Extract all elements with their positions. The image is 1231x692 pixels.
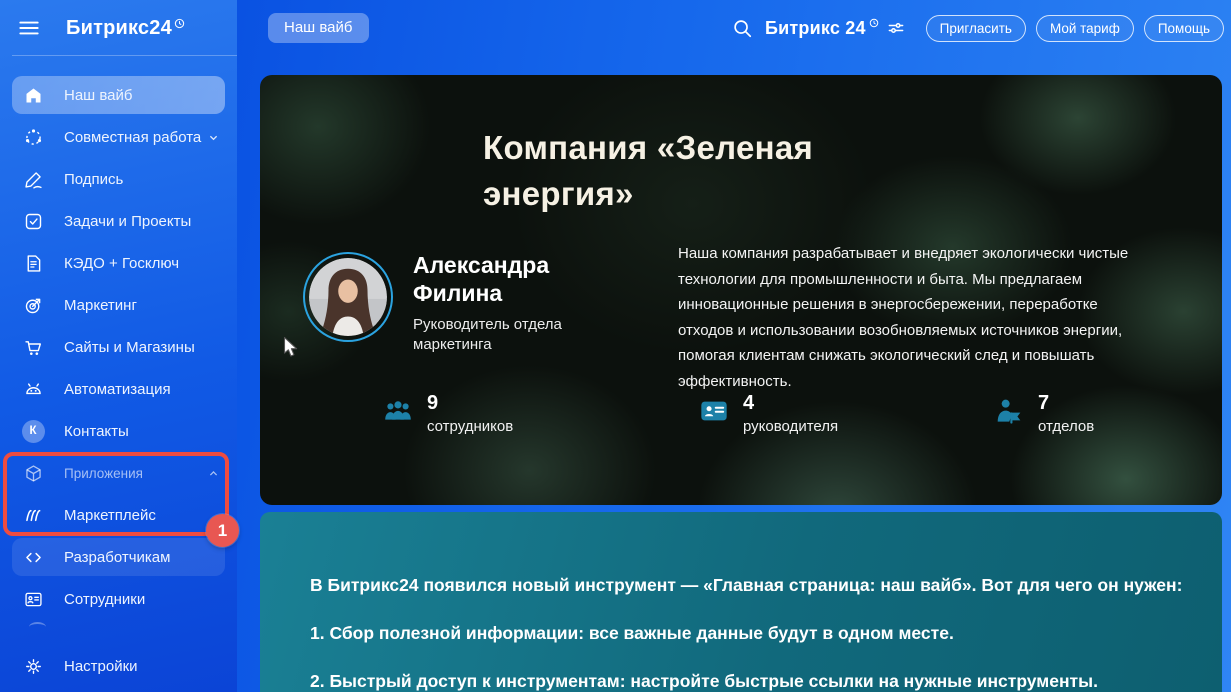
sidebar: Битрикс24 Наш вайб Совместная работа — [0, 0, 237, 692]
company-description: Наша компания разрабатывает и внедряет э… — [678, 241, 1140, 395]
sidebar-item-label: Автоматизация — [64, 381, 171, 398]
main-area: Наш вайб Битрикс 24 Пригласить Мой тариф… — [237, 0, 1231, 692]
sidebar-item-collaboration[interactable]: Совместная работа — [0, 116, 237, 158]
sidebar-item-label: Наш вайб — [64, 87, 133, 104]
banner-point-2: 2. Быстрый доступ к инструментам: настро… — [310, 670, 1186, 692]
sidebar-item-label: Разработчикам — [64, 549, 170, 566]
tab-our-vibe[interactable]: Наш вайб — [268, 13, 369, 43]
sidebar-item-marketplace[interactable]: Маркетплейс — [0, 494, 237, 536]
step-number-badge: 1 — [206, 514, 239, 547]
stat-label: сотрудников — [427, 418, 513, 435]
my-plan-button[interactable]: Мой тариф — [1036, 15, 1134, 42]
bitrix24-brand-title: Битрикс 24 — [765, 18, 866, 39]
contact-letter-avatar-icon: К — [21, 419, 45, 443]
stat-label: руководителя — [743, 418, 838, 435]
sidebar-item-settings[interactable]: Настройки — [0, 646, 237, 686]
faded-partial-icon — [29, 622, 46, 632]
sidebar-item-label: Приложения — [64, 466, 143, 481]
robot-icon — [21, 377, 45, 401]
sidebar-item-label: Подпись — [64, 171, 123, 188]
code-icon — [21, 545, 45, 569]
chevron-down-icon — [206, 130, 221, 145]
shopping-cart-icon — [21, 335, 45, 359]
company-cover-card: Компания «Зеленая энергия» Александр — [260, 75, 1222, 505]
company-title-line1: Компания «Зеленая — [483, 125, 813, 171]
sidebar-header: Битрикс24 — [16, 12, 227, 44]
sidebar-item-our-vibe[interactable]: Наш вайб — [12, 76, 225, 114]
sidebar-menu: Наш вайб Совместная работа Подпись Задач… — [0, 74, 237, 620]
stat-value: 9 — [427, 391, 513, 415]
stat-text: 7 отделов — [1038, 391, 1094, 435]
id-badge-icon — [21, 587, 45, 611]
sidebar-item-label: Сайты и Магазины — [64, 339, 195, 356]
collaboration-icon — [21, 125, 45, 149]
hamburger-menu-icon[interactable] — [16, 15, 42, 41]
sidebar-item-label: Совместная работа — [64, 129, 201, 146]
sidebar-item-label: Задачи и Проекты — [64, 213, 191, 230]
apps-cube-icon — [21, 461, 45, 485]
trademark-clock-icon — [174, 18, 185, 29]
sidebar-item-developers[interactable]: Разработчикам — [12, 538, 225, 576]
id-card-icon — [698, 395, 730, 427]
invite-button[interactable]: Пригласить — [926, 15, 1026, 42]
sidebar-item-label: Контакты — [64, 423, 129, 440]
marketplace-waves-icon — [21, 503, 45, 527]
stat-value: 7 — [1038, 391, 1094, 415]
person-flag-icon — [993, 395, 1025, 427]
sliders-settings-icon[interactable] — [886, 18, 906, 38]
checkbox-tasks-icon — [21, 209, 45, 233]
stat-text: 9 сотрудников — [427, 391, 513, 435]
stat-employees: 9 сотрудников — [382, 391, 513, 435]
document-icon — [21, 251, 45, 275]
gear-icon — [21, 654, 45, 678]
banner-point-1: 1. Сбор полезной информации: все важные … — [310, 622, 1186, 644]
sidebar-item-label: Сотрудники — [64, 591, 145, 608]
person-role: Руководитель отдела маркетинга — [413, 315, 588, 355]
stat-departments: 7 отделов — [993, 391, 1094, 435]
company-title-line2: энергия» — [483, 171, 813, 217]
person-photo — [309, 258, 387, 336]
chevron-up-icon — [206, 466, 221, 481]
sidebar-item-employees[interactable]: Сотрудники — [0, 578, 237, 620]
trademark-clock-icon — [869, 18, 879, 28]
pen-signature-icon — [21, 167, 45, 191]
sidebar-item-label: Маркетинг — [64, 297, 137, 314]
sidebar-item-contacts[interactable]: К Контакты — [0, 410, 237, 452]
sidebar-item-signature[interactable]: Подпись — [0, 158, 237, 200]
avatar[interactable] — [303, 252, 393, 342]
topbar-right: Битрикс 24 Пригласить Мой тариф Помощь — [731, 12, 1224, 44]
stat-label: отделов — [1038, 418, 1094, 435]
sidebar-item-sites-stores[interactable]: Сайты и Магазины — [0, 326, 237, 368]
sidebar-item-tasks-projects[interactable]: Задачи и Проекты — [0, 200, 237, 242]
stat-value: 4 — [743, 391, 838, 415]
company-title: Компания «Зеленая энергия» — [483, 125, 813, 217]
home-icon — [21, 83, 45, 107]
sidebar-item-applications[interactable]: Приложения — [0, 452, 237, 494]
banner-intro-line: В Битрикс24 появился новый инструмент — … — [310, 574, 1186, 596]
stat-managers: 4 руководителя — [698, 391, 838, 435]
sidebar-item-automation[interactable]: Автоматизация — [0, 368, 237, 410]
sidebar-item-label: Маркетплейс — [64, 507, 156, 524]
stat-text: 4 руководителя — [743, 391, 838, 435]
search-icon[interactable] — [731, 17, 753, 39]
people-group-icon — [382, 395, 414, 427]
person-name: Александра Филина — [413, 251, 549, 307]
sidebar-item-kedo-goskluch[interactable]: КЭДО + Госключ — [0, 242, 237, 284]
sidebar-item-label: КЭДО + Госключ — [64, 255, 179, 272]
vibe-info-banner: В Битрикс24 появился новый инструмент — … — [260, 512, 1222, 692]
sidebar-item-marketing[interactable]: Маркетинг — [0, 284, 237, 326]
sidebar-item-label: Настройки — [64, 658, 138, 675]
sidebar-divider — [12, 55, 237, 56]
bitrix24-logo[interactable]: Битрикс24 — [66, 17, 172, 40]
help-button[interactable]: Помощь — [1144, 15, 1224, 42]
target-marketing-icon — [21, 293, 45, 317]
